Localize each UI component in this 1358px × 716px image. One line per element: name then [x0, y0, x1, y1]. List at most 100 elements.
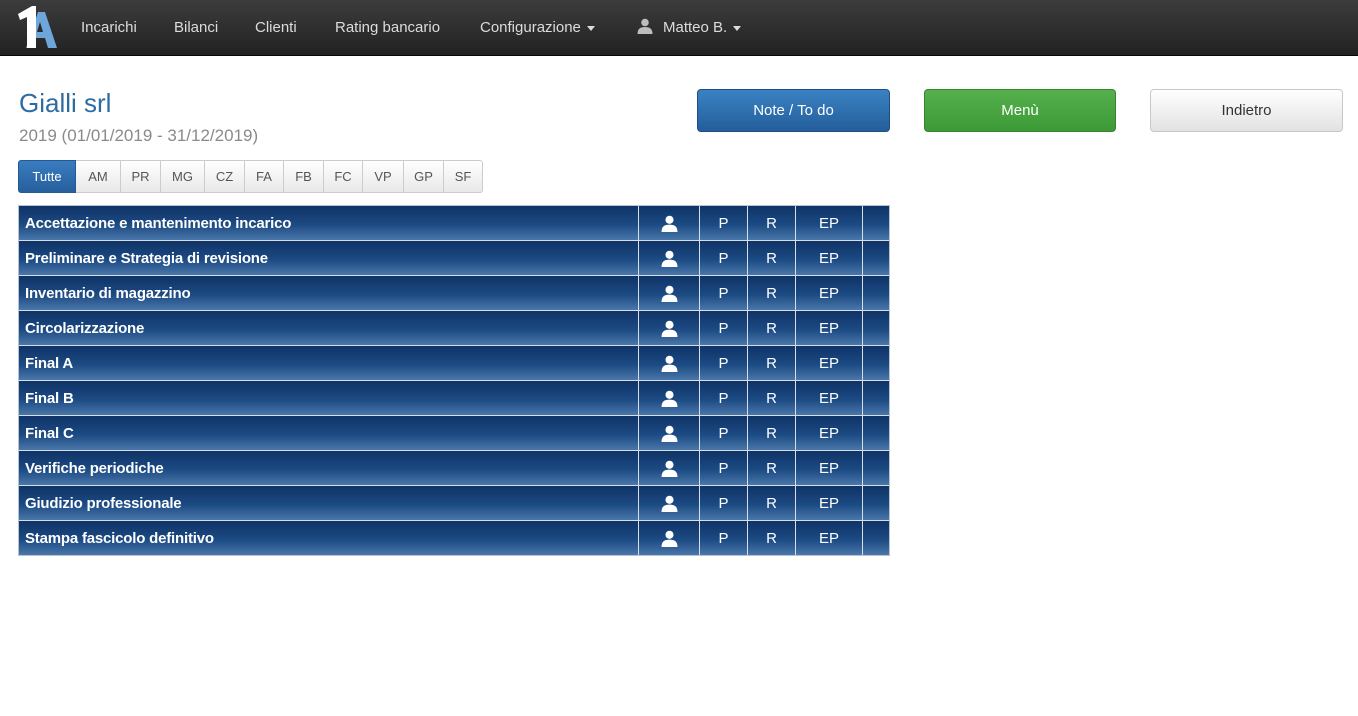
phase-assignee-button[interactable]	[639, 241, 700, 275]
tab-fb[interactable]: FB	[284, 160, 324, 193]
phase-name[interactable]: Inventario di magazzino	[19, 276, 639, 310]
tab-tutte[interactable]: Tutte	[18, 160, 76, 193]
nav-configurazione-dropdown[interactable]: Configurazione	[480, 0, 595, 56]
phase-r-button[interactable]: R	[748, 206, 796, 240]
tab-mg[interactable]: MG	[161, 160, 205, 193]
user-name: Matteo B.	[663, 19, 728, 36]
phase-name[interactable]: Final A	[19, 346, 639, 380]
phase-name[interactable]: Stampa fascicolo definitivo	[19, 521, 639, 555]
phase-assignee-button[interactable]	[639, 346, 700, 380]
user-icon	[661, 390, 677, 407]
phase-r-button[interactable]: R	[748, 346, 796, 380]
phase-r-button[interactable]: R	[748, 451, 796, 485]
phase-r-button[interactable]: R	[748, 381, 796, 415]
note-todo-button[interactable]: Note / To do	[697, 89, 890, 132]
phase-assignee-button[interactable]	[639, 451, 700, 485]
user-icon	[661, 250, 677, 267]
app-logo[interactable]	[14, 4, 58, 50]
phase-row: Final C P R EP	[19, 416, 889, 451]
phase-ep-button[interactable]: EP	[796, 451, 863, 485]
phase-row: Accettazione e mantenimento incarico P R EP	[19, 206, 889, 241]
nav-incarichi[interactable]: Incarichi	[81, 0, 137, 56]
menu-button[interactable]: Menù	[924, 89, 1116, 132]
phase-p-button[interactable]: P	[700, 486, 748, 520]
tab-fa[interactable]: FA	[245, 160, 284, 193]
phase-ep-button[interactable]: EP	[796, 416, 863, 450]
phase-row: Inventario di magazzino P R EP	[19, 276, 889, 311]
tab-gp[interactable]: GP	[404, 160, 444, 193]
phase-r-button[interactable]: R	[748, 276, 796, 310]
chevron-down-icon	[733, 25, 742, 31]
phase-ep-button[interactable]: EP	[796, 241, 863, 275]
phase-p-button[interactable]: P	[700, 521, 748, 555]
phase-r-button[interactable]: R	[748, 311, 796, 345]
phase-ep-button[interactable]: EP	[796, 346, 863, 380]
user-icon	[661, 285, 677, 302]
back-button[interactable]: Indietro	[1150, 89, 1343, 132]
phase-row: Giudizio professionale P R EP	[19, 486, 889, 521]
phase-ep-button[interactable]: EP	[796, 381, 863, 415]
nav-clienti[interactable]: Clienti	[255, 0, 297, 56]
phase-row: Final B P R EP	[19, 381, 889, 416]
user-icon	[661, 460, 677, 477]
phase-ep-button[interactable]: EP	[796, 486, 863, 520]
phase-name[interactable]: Preliminare e Strategia di revisione	[19, 241, 639, 275]
tab-pr[interactable]: PR	[121, 160, 161, 193]
phase-p-button[interactable]: P	[700, 311, 748, 345]
phase-assignee-button[interactable]	[639, 486, 700, 520]
nav-bilanci[interactable]: Bilanci	[174, 0, 218, 56]
top-navbar: Incarichi Bilanci Clienti Rating bancari…	[0, 0, 1358, 56]
phase-name[interactable]: Final B	[19, 381, 639, 415]
tab-sf[interactable]: SF	[444, 160, 483, 193]
phase-status-cell	[863, 206, 889, 240]
phase-row: Circolarizzazione P R EP	[19, 311, 889, 346]
chevron-down-icon	[586, 25, 595, 31]
phase-p-button[interactable]: P	[700, 346, 748, 380]
phase-p-button[interactable]: P	[700, 276, 748, 310]
page-title: Gialli srl	[19, 88, 112, 118]
phase-status-cell	[863, 346, 889, 380]
phase-r-button[interactable]: R	[748, 241, 796, 275]
user-icon	[661, 320, 677, 337]
phase-assignee-button[interactable]	[639, 311, 700, 345]
phase-row: Preliminare e Strategia di revisione P R EP	[19, 241, 889, 276]
phase-ep-button[interactable]: EP	[796, 206, 863, 240]
phase-p-button[interactable]: P	[700, 381, 748, 415]
nav-rating-bancario[interactable]: Rating bancario	[335, 0, 440, 56]
phase-filter-tabs: Tutte AM PR MG CZ FA FB FC VP GP SF	[18, 160, 483, 193]
user-icon	[637, 18, 653, 34]
phase-row: Final A P R EP	[19, 346, 889, 381]
phase-p-button[interactable]: P	[700, 206, 748, 240]
phase-r-button[interactable]: R	[748, 486, 796, 520]
phase-assignee-button[interactable]	[639, 276, 700, 310]
user-icon	[661, 355, 677, 372]
tab-vp[interactable]: VP	[363, 160, 404, 193]
user-icon	[661, 425, 677, 442]
phase-ep-button[interactable]: EP	[796, 521, 863, 555]
tab-am[interactable]: AM	[76, 160, 121, 193]
user-icon	[661, 215, 677, 232]
phase-r-button[interactable]: R	[748, 521, 796, 555]
phase-name[interactable]: Accettazione e mantenimento incarico	[19, 206, 639, 240]
user-menu-dropdown[interactable]: Matteo B.	[637, 0, 742, 56]
phase-assignee-button[interactable]	[639, 206, 700, 240]
phase-ep-button[interactable]: EP	[796, 276, 863, 310]
phase-name[interactable]: Circolarizzazione	[19, 311, 639, 345]
phase-p-button[interactable]: P	[700, 241, 748, 275]
phase-p-button[interactable]: P	[700, 416, 748, 450]
phase-assignee-button[interactable]	[639, 416, 700, 450]
phase-ep-button[interactable]: EP	[796, 311, 863, 345]
phase-name[interactable]: Giudizio professionale	[19, 486, 639, 520]
phase-assignee-button[interactable]	[639, 381, 700, 415]
tab-fc[interactable]: FC	[324, 160, 363, 193]
phase-assignee-button[interactable]	[639, 521, 700, 555]
phase-status-cell	[863, 521, 889, 555]
phase-p-button[interactable]: P	[700, 451, 748, 485]
phase-name[interactable]: Verifiche periodiche	[19, 451, 639, 485]
phase-name[interactable]: Final C	[19, 416, 639, 450]
user-icon	[661, 495, 677, 512]
phases-table: Accettazione e mantenimento incarico P R EP…	[18, 205, 890, 556]
phase-r-button[interactable]: R	[748, 416, 796, 450]
tab-cz[interactable]: CZ	[205, 160, 245, 193]
phase-status-cell	[863, 381, 889, 415]
